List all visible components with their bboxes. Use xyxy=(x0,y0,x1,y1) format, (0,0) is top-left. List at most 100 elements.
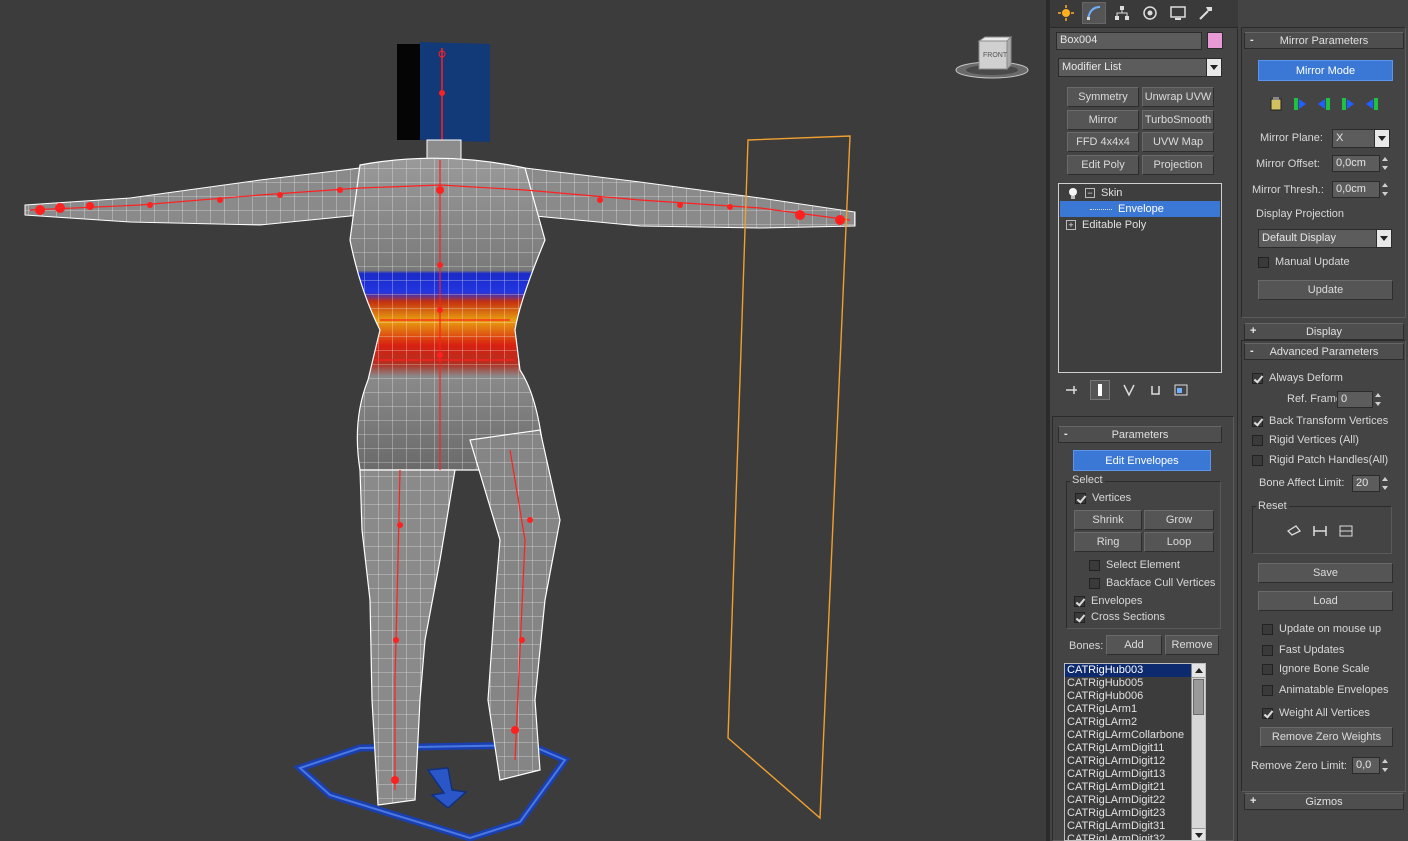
bone-list-item[interactable]: CATRigLArmDigit13 xyxy=(1065,768,1205,781)
remove-zero-limit-spinner[interactable]: 0,0 xyxy=(1352,757,1388,774)
weight-all-vertices-checkbox[interactable]: Weight All Vertices xyxy=(1262,707,1370,719)
stack-item-editable-poly[interactable]: + Editable Poly xyxy=(1060,217,1220,233)
bone-list-item[interactable]: CATRigHub005 xyxy=(1065,677,1205,690)
vertices-checkbox[interactable]: Vertices xyxy=(1075,492,1131,504)
mirror-plane-dropdown[interactable]: X xyxy=(1332,129,1390,148)
tab-create[interactable] xyxy=(1054,2,1078,24)
bone-list-item[interactable]: CATRigLArm2 xyxy=(1065,716,1205,729)
show-end-result-button[interactable] xyxy=(1090,380,1110,400)
viewport-perspective[interactable]: FRONT xyxy=(0,0,1046,841)
ring-button[interactable]: Ring xyxy=(1074,532,1142,552)
paste-blue-to-green-icon[interactable] xyxy=(1316,96,1332,112)
animatable-envelopes-checkbox[interactable]: Animatable Envelopes xyxy=(1262,684,1388,696)
fast-updates-checkbox[interactable]: Fast Updates xyxy=(1262,644,1344,656)
update-mouse-up-checkbox[interactable]: Update on mouse up xyxy=(1262,623,1381,635)
rigid-vertices-checkbox[interactable]: Rigid Vertices (All) xyxy=(1252,434,1359,446)
shrink-button[interactable]: Shrink xyxy=(1074,510,1142,530)
bone-list-item[interactable]: CATRigLArmDigit21 xyxy=(1065,781,1205,794)
bone-list-item[interactable]: CATRigHub003 xyxy=(1065,664,1205,677)
reset-all-bones-icon[interactable] xyxy=(1338,523,1354,539)
spinner-arrows-icon[interactable] xyxy=(1373,391,1384,408)
mirror-paste-icon[interactable] xyxy=(1268,96,1284,112)
mirror-offset-spinner[interactable]: 0,0cm xyxy=(1332,155,1388,172)
rollout-mirror-parameters[interactable]: - Mirror Parameters xyxy=(1244,32,1404,49)
mirror-thresh-spinner[interactable]: 0,0cm xyxy=(1332,181,1388,198)
back-transform-checkbox[interactable]: Back Transform Vertices xyxy=(1252,415,1388,427)
backface-cull-checkbox[interactable]: Backface Cull Vertices xyxy=(1089,577,1215,589)
modifier-button-turbosmooth[interactable]: TurboSmooth xyxy=(1142,110,1214,130)
bone-list-item[interactable]: CATRigHub006 xyxy=(1065,690,1205,703)
spinner-arrows-icon[interactable] xyxy=(1380,181,1391,198)
configure-sets-icon[interactable] xyxy=(1174,383,1188,397)
remove-zero-weights-button[interactable]: Remove Zero Weights xyxy=(1260,727,1393,747)
ref-frame-spinner[interactable]: 0 xyxy=(1337,391,1381,408)
viewcube[interactable]: FRONT xyxy=(955,36,1031,84)
bone-list-item[interactable]: CATRigLArmDigit31 xyxy=(1065,820,1205,833)
edit-envelopes-button[interactable]: Edit Envelopes xyxy=(1073,450,1211,471)
display-projection-dropdown[interactable]: Default Display xyxy=(1258,229,1392,248)
paste-green-verts-icon[interactable] xyxy=(1340,96,1356,112)
tab-utilities[interactable] xyxy=(1194,2,1218,24)
mirror-update-button[interactable]: Update xyxy=(1258,280,1393,300)
save-envelopes-button[interactable]: Save xyxy=(1258,563,1393,583)
tab-display[interactable] xyxy=(1166,2,1190,24)
spinner-arrows-icon[interactable] xyxy=(1380,475,1391,492)
modifier-button-projection[interactable]: Projection xyxy=(1142,155,1214,175)
modifier-stack[interactable]: − Skin Envelope + Editable Poly xyxy=(1058,183,1222,373)
cross-sections-checkbox[interactable]: Cross Sections xyxy=(1074,611,1165,623)
modifier-button-edit-poly[interactable]: Edit Poly xyxy=(1067,155,1139,175)
scroll-up-icon[interactable] xyxy=(1192,664,1205,678)
reset-selected-bone-icon[interactable] xyxy=(1312,523,1328,539)
spinner-arrows-icon[interactable] xyxy=(1380,757,1391,774)
stack-item-envelope[interactable]: Envelope xyxy=(1060,201,1220,217)
tab-modify[interactable] xyxy=(1082,2,1106,24)
collapse-minus-icon[interactable]: − xyxy=(1085,188,1095,198)
paste-green-to-blue-icon[interactable] xyxy=(1292,96,1308,112)
modifier-button-symmetry[interactable]: Symmetry xyxy=(1067,87,1139,107)
bone-list-item[interactable]: CATRigLArmDigit11 xyxy=(1065,742,1205,755)
scrollbar-thumb[interactable] xyxy=(1193,679,1204,715)
mirror-mode-button[interactable]: Mirror Mode xyxy=(1258,60,1393,81)
always-deform-checkbox[interactable]: Always Deform xyxy=(1252,372,1343,384)
pin-stack-icon[interactable] xyxy=(1064,383,1078,397)
spinner-arrows-icon[interactable] xyxy=(1380,155,1391,172)
envelopes-checkbox[interactable]: Envelopes xyxy=(1074,595,1142,607)
remove-modifier-icon[interactable] xyxy=(1148,383,1162,397)
rollout-gizmos[interactable]: + Gizmos xyxy=(1244,793,1404,810)
select-element-checkbox[interactable]: Select Element xyxy=(1089,559,1180,571)
stack-item-skin[interactable]: − Skin xyxy=(1060,185,1220,201)
modifier-button-uvw-map[interactable]: UVW Map xyxy=(1142,132,1214,152)
grow-button[interactable]: Grow xyxy=(1144,510,1214,530)
bone-list-item[interactable]: CATRigLArmDigit22 xyxy=(1065,794,1205,807)
bone-list-item[interactable]: CATRigLArmDigit32 xyxy=(1065,833,1205,840)
object-color-swatch[interactable] xyxy=(1207,32,1223,49)
modifier-button-ffd[interactable]: FFD 4x4x4 xyxy=(1067,132,1139,152)
scroll-down-icon[interactable] xyxy=(1192,828,1205,840)
paste-blue-verts-icon[interactable] xyxy=(1364,96,1380,112)
load-envelopes-button[interactable]: Load xyxy=(1258,591,1393,611)
bone-list-item[interactable]: CATRigLArmDigit23 xyxy=(1065,807,1205,820)
bone-list-item[interactable]: CATRigLArmDigit12 xyxy=(1065,755,1205,768)
manual-update-checkbox[interactable]: Manual Update xyxy=(1258,256,1350,268)
bones-list[interactable]: CATRigHub003 CATRigHub005 CATRigHub006 CATR… xyxy=(1064,663,1206,841)
tab-hierarchy[interactable] xyxy=(1110,2,1134,24)
rigid-patch-checkbox[interactable]: Rigid Patch Handles(All) xyxy=(1252,454,1388,466)
bone-affect-limit-spinner[interactable]: 20 xyxy=(1352,475,1388,492)
object-name-field[interactable]: Box004 xyxy=(1056,32,1202,50)
rollout-display[interactable]: + Display xyxy=(1244,323,1404,340)
loop-button[interactable]: Loop xyxy=(1144,532,1214,552)
rollout-advanced-parameters[interactable]: - Advanced Parameters xyxy=(1244,343,1404,360)
ignore-bone-scale-checkbox[interactable]: Ignore Bone Scale xyxy=(1262,663,1370,675)
bone-list-item[interactable]: CATRigLArm1 xyxy=(1065,703,1205,716)
modifier-list-dropdown[interactable]: Modifier List xyxy=(1058,58,1222,77)
remove-bone-button[interactable]: Remove xyxy=(1165,635,1219,655)
make-unique-icon[interactable] xyxy=(1122,383,1136,397)
rollout-parameters[interactable]: - Parameters xyxy=(1058,426,1222,443)
bones-list-scrollbar[interactable] xyxy=(1191,664,1205,840)
bone-list-item[interactable]: CATRigLArmCollarbone xyxy=(1065,729,1205,742)
reset-selected-verts-icon[interactable] xyxy=(1286,523,1302,539)
modifier-button-unwrap-uvw[interactable]: Unwrap UVW xyxy=(1142,87,1214,107)
expand-plus-icon[interactable]: + xyxy=(1066,220,1076,230)
modifier-button-mirror[interactable]: Mirror xyxy=(1067,110,1139,130)
add-bone-button[interactable]: Add xyxy=(1106,635,1162,655)
